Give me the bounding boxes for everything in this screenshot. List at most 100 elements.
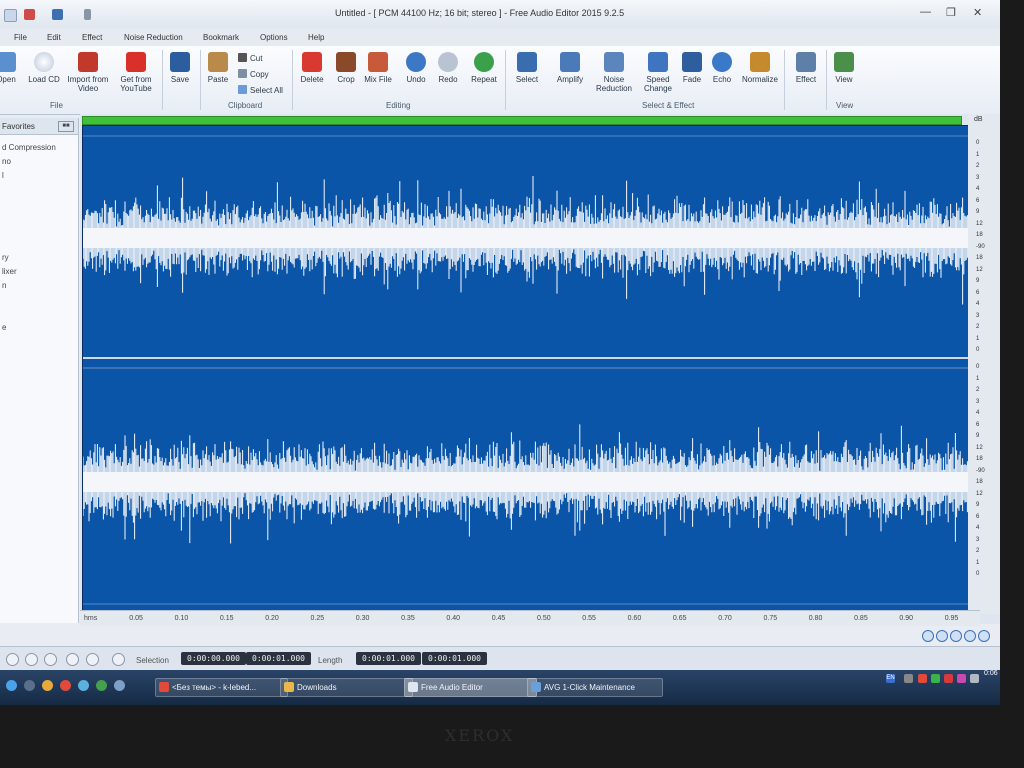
tab-file[interactable]: File [14,33,27,42]
chrome-icon[interactable] [60,680,71,691]
amplify-button[interactable]: Amplify [550,50,590,84]
normalize-button[interactable]: Normalize [740,50,780,84]
ribbon-toolbar: Open Load CD Import from Video Get from … [0,46,1000,115]
skype-icon[interactable] [78,680,89,691]
favorites-item[interactable]: no [2,157,11,166]
db-tick-label: -90 [976,467,985,474]
overview-bar[interactable] [82,116,962,125]
tab-options[interactable]: Options [260,33,288,42]
repeat-button[interactable]: Repeat [464,50,504,84]
favorites-item[interactable]: e [2,323,6,332]
db-tick-label: 18 [976,232,983,238]
audio-editor-icon [408,682,418,692]
media-icon[interactable] [114,680,125,691]
time-tick-label: 0.05 [129,615,143,622]
tab-effect[interactable]: Effect [82,33,102,42]
db-tick-label: 2 [976,548,980,554]
taskbar-task-free-audio-editor[interactable]: Free Audio Editor [404,678,537,697]
db-tick-label: 9 [976,433,980,439]
open-button[interactable]: Open [0,50,26,84]
db-tick-label: 18 [976,456,983,462]
tray-icon[interactable] [957,674,966,683]
maximize-icon[interactable]: ❐ [946,6,956,19]
get-from-youtube-button[interactable]: Get from YouTube [114,50,158,93]
fast-forward-icon[interactable] [86,653,99,666]
play-icon[interactable] [6,653,19,666]
ie-icon[interactable] [6,680,17,691]
clock[interactable]: 0:06 [984,670,998,677]
effect-button[interactable]: Effect [786,50,826,84]
save-button[interactable]: Save [160,50,200,84]
tray-icon[interactable] [944,674,953,683]
taskbar-task-avg[interactable]: AVG 1-Click Maintenance [527,678,663,697]
waveform-canvas[interactable] [82,125,970,615]
zoom-fit-icon[interactable] [964,630,976,642]
stop-icon[interactable] [44,653,57,666]
selection-end-time[interactable]: 0:00:01.000 [246,652,311,665]
tab-help[interactable]: Help [308,33,324,42]
length-end-time[interactable]: 0:00:01.000 [422,652,487,665]
zoom-out-icon[interactable] [936,630,948,642]
selection-start-time[interactable]: 0:00:00.000 [181,652,246,665]
youtube-icon [126,52,146,72]
redo-button[interactable]: Redo [428,50,468,84]
zoom-in-icon[interactable] [922,630,934,642]
app-logo-icon[interactable] [4,9,17,22]
favorites-item[interactable]: l [2,171,4,180]
favorites-item[interactable]: lixer [2,267,17,276]
record-icon[interactable] [112,653,125,666]
view-icon [834,52,854,72]
select-effect-group-label: Select & Effect [642,101,695,110]
favorites-item[interactable]: ry [2,253,9,262]
tab-noise-reduction[interactable]: Noise Reduction [124,33,183,42]
taskbar-task-downloads[interactable]: Downloads [280,678,413,697]
folder-icon[interactable] [42,680,53,691]
paste-button[interactable]: Paste [198,50,238,84]
desktop-icon[interactable] [24,680,35,691]
db-tick-label: 0 [976,571,980,577]
ribbon-divider [505,50,506,110]
view-button[interactable]: View [824,50,864,84]
quick-access-dropdown-icon[interactable] [84,9,91,20]
favorites-item[interactable]: n [2,281,6,290]
folder-icon [0,52,16,72]
select-button[interactable]: Select [507,50,547,84]
record-icon[interactable] [24,9,35,20]
select-all-button[interactable]: Select All [238,85,283,95]
pin-icon[interactable]: ■■ [58,121,74,132]
chrome-icon [159,682,169,692]
db-tick-label: 3 [976,312,980,319]
db-tick-label: 9 [976,209,980,215]
language-indicator[interactable]: EN [886,674,895,683]
favorites-item[interactable]: d Compression [2,143,56,152]
zoom-selection-icon[interactable] [950,630,962,642]
rewind-icon[interactable] [66,653,79,666]
echo-button[interactable]: Echo [702,50,742,84]
db-tick-label: 18 [976,479,983,485]
import-from-video-button[interactable]: Import from Video [66,50,110,93]
time-ruler[interactable]: hms 0.05 0.10 0.15 0.20 0.25 0.30 0.35 0.40 0.45 0… [80,610,980,627]
close-icon[interactable]: ✕ [973,6,982,19]
volume-icon[interactable] [970,674,979,683]
copy-button[interactable]: Copy [238,69,269,79]
tab-bookmark[interactable]: Bookmark [203,33,239,42]
zoom-vertical-in-icon[interactable] [978,630,990,642]
cut-button[interactable]: Cut [238,53,262,63]
taskbar-task-email[interactable]: <Без темы> - k-lebed... [155,678,288,697]
folder-icon [284,682,294,692]
tray-icon[interactable] [904,674,913,683]
noise-reduction-button[interactable]: Noise Reduction [592,50,636,93]
load-cd-button[interactable]: Load CD [24,50,64,84]
tray-icon[interactable] [918,674,927,683]
time-tick-label: 0.45 [491,615,506,622]
tab-edit[interactable]: Edit [47,33,61,42]
length-start-time[interactable]: 0:00:01.000 [356,652,421,665]
mix-file-button[interactable]: Mix File [358,50,398,84]
time-tick-label: 0.30 [355,615,370,622]
pause-icon[interactable] [25,653,38,666]
update-icon[interactable] [96,680,107,691]
tray-icon[interactable] [931,674,940,683]
save-icon[interactable] [52,9,63,20]
clipboard-group-label: Clipboard [228,101,263,110]
minimize-icon[interactable]: — [920,6,931,18]
